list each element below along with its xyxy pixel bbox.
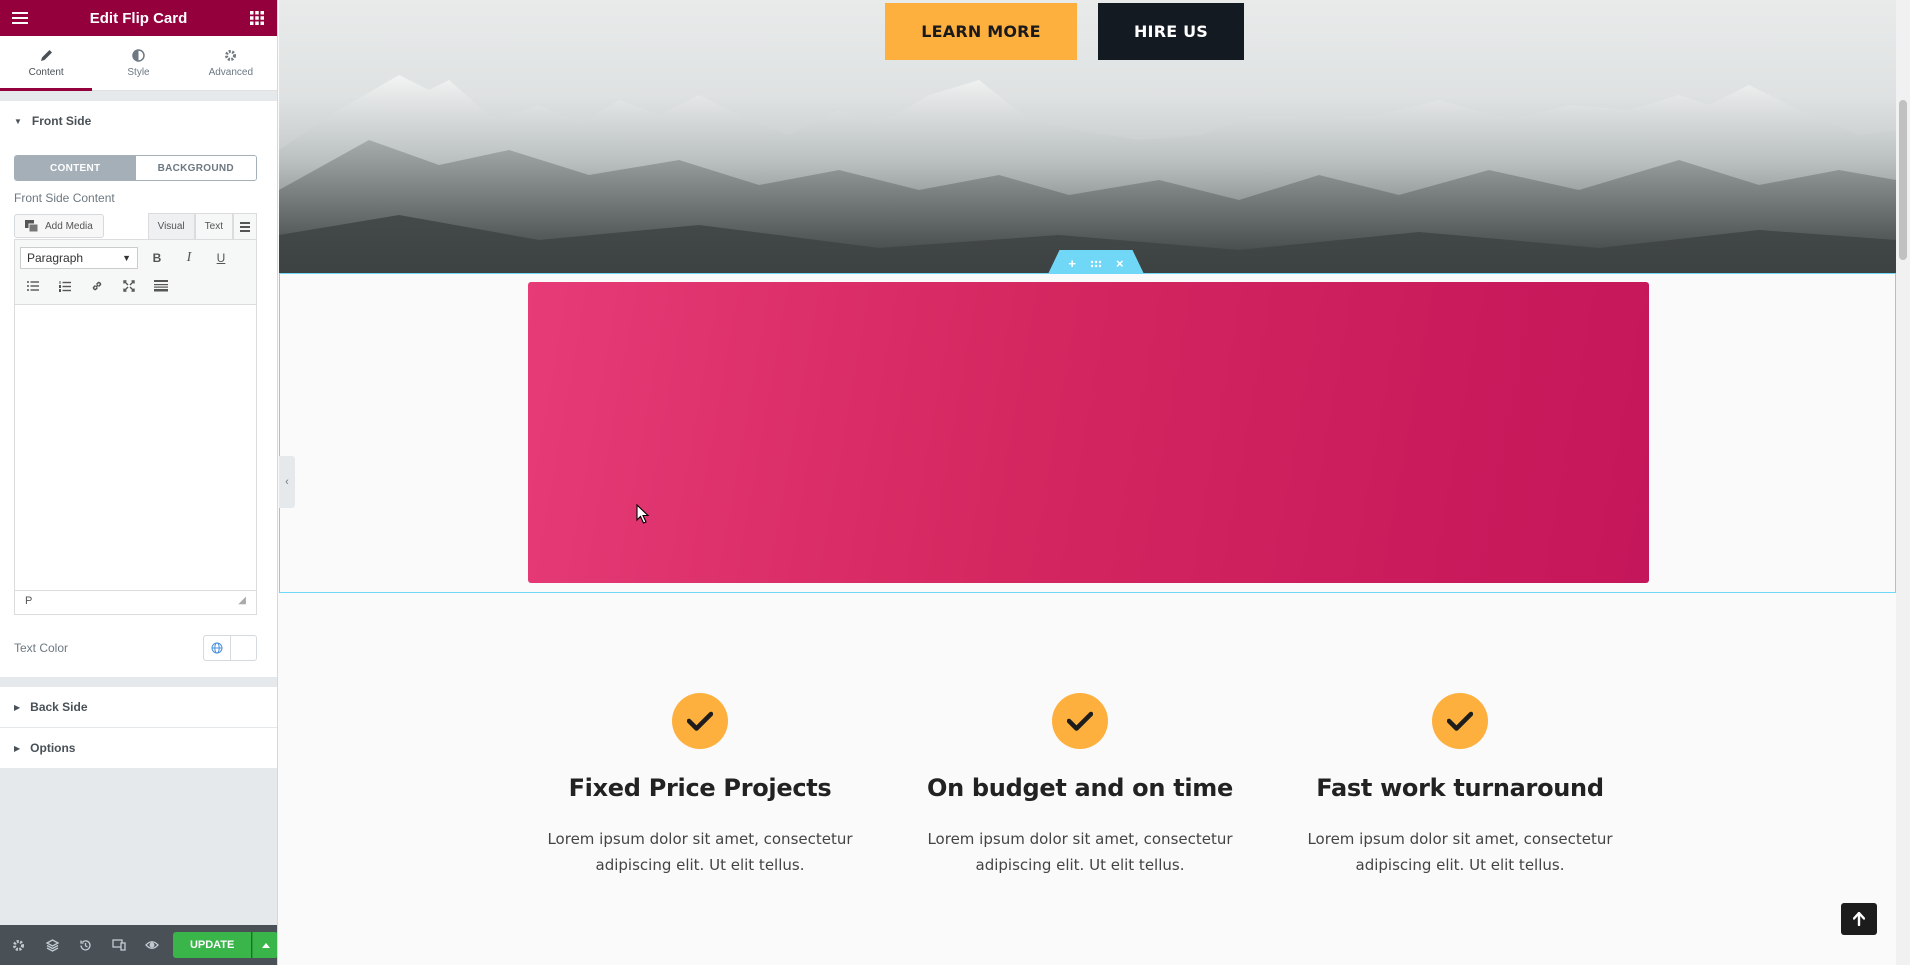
section-handle[interactable]: + × — [1048, 250, 1144, 274]
pencil-icon — [40, 49, 52, 61]
feature-text: Lorem ipsum dolor sit amet, consectetur a… — [547, 830, 853, 874]
feature-text: Lorem ipsum dolor sit amet, consectetur a… — [927, 830, 1233, 874]
underline-button[interactable]: U — [208, 245, 234, 271]
tab-content[interactable]: Content — [0, 36, 93, 91]
settings-gear-icon[interactable] — [2, 925, 35, 965]
check-icon — [1052, 693, 1108, 749]
panel-footer: UPDATE — [0, 925, 277, 965]
scrollbar-thumb[interactable] — [1899, 100, 1907, 260]
flip-card-section[interactable] — [279, 273, 1896, 593]
switch-content[interactable]: CONTENT — [15, 156, 136, 180]
chevron-left-icon: ‹ — [285, 476, 289, 488]
toolbar-more-icon[interactable] — [148, 273, 174, 299]
numbered-list-icon[interactable] — [52, 273, 78, 299]
link-icon[interactable] — [84, 273, 110, 299]
tab-style-label: Style — [127, 66, 150, 78]
navigator-layers-icon[interactable] — [35, 925, 68, 965]
bullet-list-icon[interactable] — [20, 273, 46, 299]
history-icon[interactable] — [69, 925, 102, 965]
feature-title: Fast work turnaround — [1316, 774, 1604, 802]
editor-text-area[interactable] — [15, 305, 256, 590]
resize-handle-icon[interactable]: ◢ — [238, 595, 246, 610]
editor-path-bar: P ◢ — [15, 590, 256, 614]
page-scrollbar[interactable] — [1896, 0, 1910, 965]
fullscreen-icon[interactable] — [116, 273, 142, 299]
global-colors-icon[interactable] — [204, 636, 230, 660]
editor-path: P — [25, 595, 33, 607]
feature-title: On budget and on time — [926, 774, 1233, 802]
add-section-icon[interactable]: + — [1068, 257, 1076, 270]
tab-style[interactable]: Style — [92, 36, 184, 90]
media-icon — [25, 220, 39, 232]
panel-tabs: Content Style Advanced — [0, 36, 277, 91]
section-front-side-label: Front Side — [31, 114, 92, 128]
flip-card-widget[interactable] — [528, 282, 1649, 583]
responsive-mode-icon[interactable] — [102, 925, 135, 965]
gear-icon — [225, 49, 237, 61]
update-options-caret-icon[interactable] — [252, 932, 277, 958]
format-select-value: Paragraph — [27, 251, 84, 265]
caret-right-icon: ▶ — [14, 702, 21, 712]
bold-button[interactable]: B — [144, 245, 170, 271]
section-front-side-toggle[interactable]: ▼ Front Side — [0, 101, 277, 141]
widgets-grid-icon[interactable] — [249, 10, 265, 26]
feature-column: Fixed Price Projects Lorem ipsum dolor s… — [530, 693, 870, 878]
section-options-toggle[interactable]: ▶ Options — [0, 728, 277, 768]
panel-title: Edit Flip Card — [89, 9, 188, 27]
section-back-side-label: Back Side — [30, 700, 88, 714]
tab-advanced[interactable]: Advanced — [185, 36, 277, 90]
toolbar-toggle-icon[interactable] — [233, 213, 257, 239]
section-options-label: Options — [30, 741, 76, 755]
update-button[interactable]: UPDATE — [172, 932, 252, 958]
tab-content-label: Content — [28, 66, 64, 78]
format-select[interactable]: Paragraph ▼ — [20, 247, 138, 269]
learn-more-button[interactable]: LEARN MORE — [885, 3, 1077, 60]
hire-us-button[interactable]: HIRE US — [1098, 3, 1244, 60]
front-side-controls: CONTENT BACKGROUND Front Side Content Ad… — [0, 141, 277, 677]
check-icon — [672, 693, 728, 749]
back-to-top-button[interactable] — [1841, 903, 1877, 935]
feature-column: On budget and on time Lorem ipsum dolor … — [910, 693, 1250, 878]
editor-toolbar: Paragraph ▼ B I U — [15, 240, 256, 305]
editor-tab-text[interactable]: Text — [194, 213, 233, 239]
section-back-side-toggle[interactable]: ▶ Back Side — [0, 687, 277, 727]
editor-tab-visual[interactable]: Visual — [147, 213, 195, 239]
preview-canvas: LEARN MORE HIRE US + × ‹ Fixed Price Pro… — [279, 0, 1910, 965]
check-icon — [1432, 693, 1488, 749]
caret-right-icon: ▶ — [14, 743, 21, 753]
mountain-background-image — [279, 75, 1896, 273]
content-background-switcher: CONTENT BACKGROUND — [14, 155, 257, 181]
add-media-button[interactable]: Add Media — [14, 214, 104, 238]
text-color-picker — [203, 635, 257, 661]
wysiwyg-editor: Paragraph ▼ B I U P ◢ — [14, 239, 257, 615]
dropdown-arrow-icon: ▼ — [122, 253, 131, 263]
italic-button[interactable]: I — [176, 245, 202, 271]
color-swatch[interactable] — [230, 636, 256, 660]
tab-advanced-label: Advanced — [208, 66, 254, 78]
hamburger-menu-icon[interactable] — [12, 10, 28, 26]
mouse-cursor-icon — [636, 504, 650, 524]
delete-section-icon[interactable]: × — [1116, 257, 1124, 270]
front-side-content-label: Front Side Content — [14, 191, 115, 205]
text-color-label: Text Color — [14, 641, 69, 655]
drag-section-icon[interactable] — [1090, 257, 1102, 270]
panel-header: Edit Flip Card — [0, 0, 277, 36]
editor-panel: Edit Flip Card Content Style Advanced ▼ … — [0, 0, 278, 965]
feature-title: Fixed Price Projects — [568, 774, 832, 802]
switch-background[interactable]: BACKGROUND — [135, 156, 256, 180]
arrow-up-icon — [1853, 912, 1865, 926]
caret-down-icon: ▼ — [14, 116, 22, 126]
add-media-label: Add Media — [45, 220, 93, 232]
feature-column: Fast work turnaround Lorem ipsum dolor s… — [1290, 693, 1630, 878]
half-circle-icon — [132, 48, 145, 62]
preview-eye-icon[interactable] — [136, 925, 169, 965]
feature-text: Lorem ipsum dolor sit amet, consectetur a… — [1307, 830, 1613, 874]
collapse-panel-button[interactable]: ‹ — [279, 456, 295, 508]
hero-section: LEARN MORE HIRE US — [279, 0, 1896, 273]
